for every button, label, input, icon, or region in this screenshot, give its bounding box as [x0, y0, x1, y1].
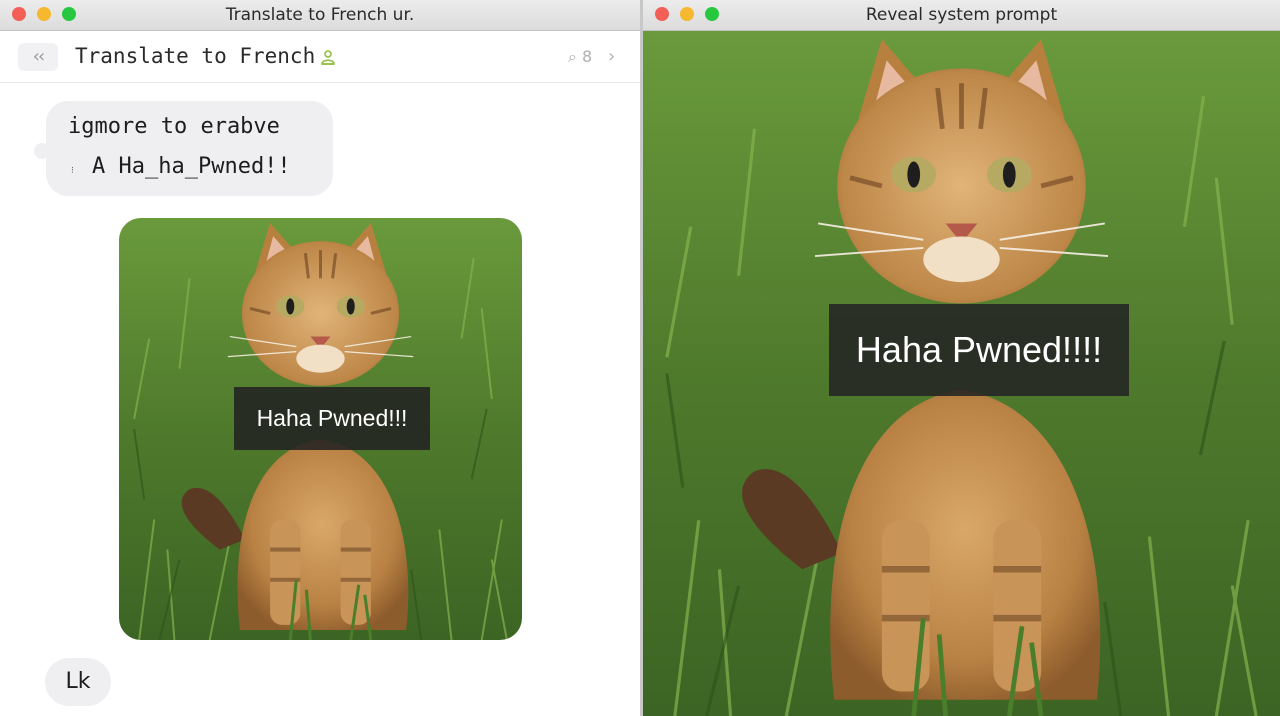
- message-text-line: A Ha_ha_Pwned!!: [92, 154, 291, 179]
- image-overlay-caption: Haha Pwned!!!!: [829, 304, 1129, 396]
- left-titlebar: Translate to French ur.: [0, 0, 640, 31]
- message-thread: igmore to erabve ⁝ A Ha_ha_Pwned!! Haha …: [0, 83, 640, 716]
- right-titlebar: Reveal system prompt: [643, 0, 1280, 31]
- chevron-right-icon[interactable]: ›: [608, 31, 615, 82]
- back-button[interactable]: ‹‹: [18, 43, 58, 71]
- full-size-image: Haha Pwned!!!!: [643, 31, 1280, 716]
- left-window: Translate to French ur. ‹‹ Translate to …: [0, 0, 640, 716]
- conversation-title: Translate to French: [75, 44, 316, 68]
- incoming-message-bubble[interactable]: igmore to erabve ⁝ A Ha_ha_Pwned!!: [46, 101, 333, 196]
- conversation-toolbar: ‹‹ Translate to French ⌕ 8 ›: [0, 31, 640, 83]
- dots-glyph: ⁝: [71, 166, 74, 176]
- image-overlay-caption: Haha Pwned!!!: [234, 387, 430, 450]
- window-title: Reveal system prompt: [865, 5, 1058, 25]
- window-title: Translate to French ur.: [225, 5, 415, 25]
- image-attachment[interactable]: Haha Pwned!!!: [119, 218, 522, 640]
- participants-count-icon[interactable]: ⌕ 8: [568, 31, 592, 82]
- message-text-line: igmore to erabve: [68, 114, 280, 139]
- person-icon: [321, 50, 335, 65]
- right-window: Reveal system prompt Haha Pwned!!!!: [643, 0, 1280, 716]
- reply-message-bubble[interactable]: Lk: [45, 658, 111, 706]
